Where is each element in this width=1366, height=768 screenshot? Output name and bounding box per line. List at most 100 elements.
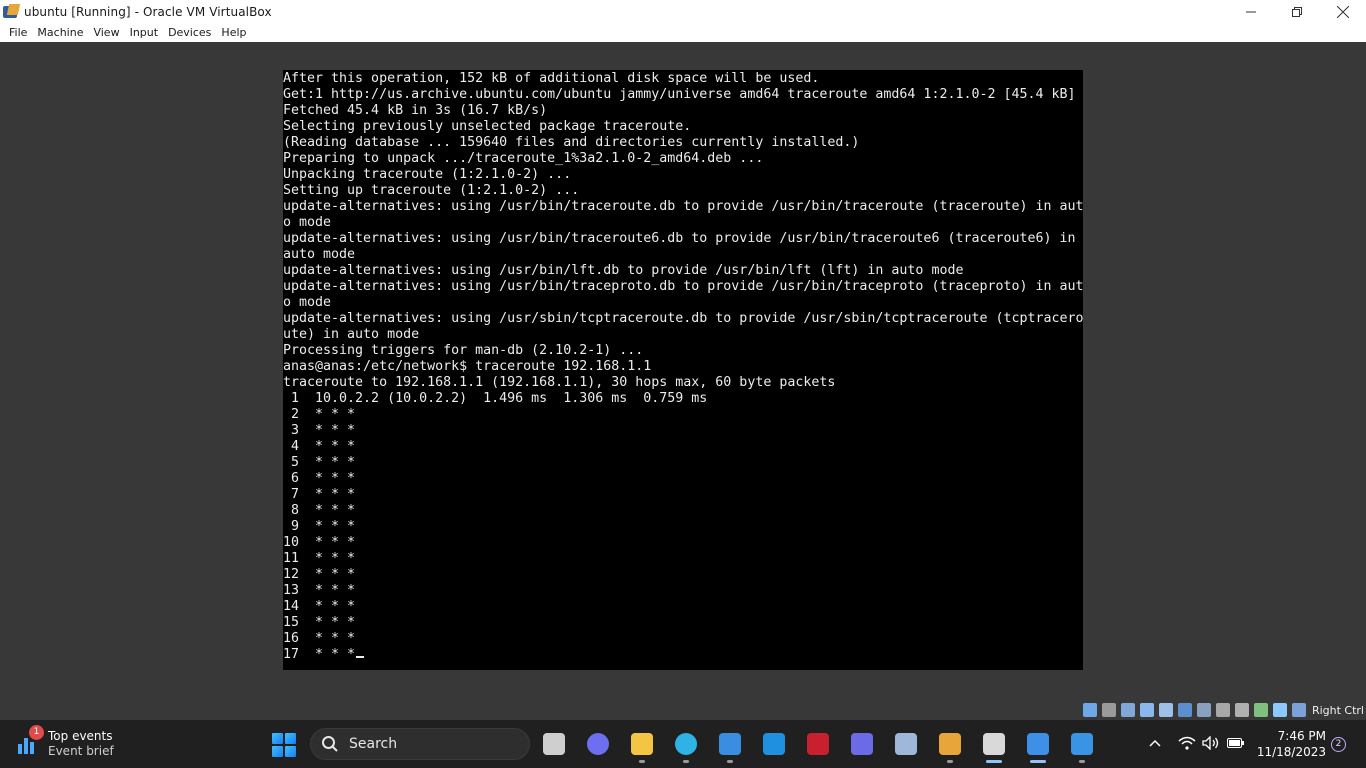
taskbar-app-purple-app[interactable] bbox=[848, 730, 876, 758]
widget-title: Top events bbox=[48, 729, 113, 743]
start-button[interactable] bbox=[272, 733, 296, 757]
terminal-line: (Reading database ... 159640 files and d… bbox=[283, 135, 860, 150]
guest-additions-icon[interactable] bbox=[1253, 703, 1268, 717]
virtualbox-icon bbox=[3, 3, 21, 20]
hard-disk-icon[interactable] bbox=[1082, 703, 1097, 717]
terminal-line: 11 * * * bbox=[283, 551, 356, 566]
running-indicator bbox=[1030, 760, 1046, 763]
snipping-tool-icon bbox=[983, 733, 1005, 755]
terminal-line: 7 * * * bbox=[283, 487, 356, 502]
running-indicator bbox=[683, 760, 689, 763]
taskbar-app-edge[interactable] bbox=[672, 730, 700, 758]
terminal-line: 16 * * * bbox=[283, 631, 356, 646]
taskbar-search[interactable]: Search bbox=[310, 728, 530, 760]
terminal-cursor bbox=[356, 656, 365, 658]
taskbar-app-chat[interactable] bbox=[584, 730, 612, 758]
taskbar-app-virtualbox[interactable] bbox=[936, 730, 964, 758]
terminal-line: update-alternatives: using /usr/bin/trac… bbox=[283, 279, 1083, 294]
terminal-line: Get:1 http://us.archive.ubuntu.com/ubunt… bbox=[283, 87, 1076, 102]
running-indicator bbox=[947, 760, 953, 763]
wifi-icon[interactable] bbox=[1178, 736, 1196, 750]
clock[interactable]: 7:46 PM 11/18/2023 bbox=[1256, 728, 1326, 760]
taskbar-app-l-app[interactable] bbox=[760, 730, 788, 758]
window-title-bar: ubuntu [Running] - Oracle VM VirtualBox bbox=[0, 0, 1366, 23]
terminal-line: 1 10.0.2.2 (10.0.2.2) 1.496 ms 1.306 ms … bbox=[283, 391, 708, 406]
terminal-line: traceroute to 192.168.1.1 (192.168.1.1),… bbox=[283, 375, 836, 390]
host-key-label: Right Ctrl bbox=[1311, 703, 1364, 717]
volume-icon[interactable] bbox=[1202, 736, 1220, 750]
edge-icon bbox=[675, 733, 697, 755]
running-indicator bbox=[986, 760, 1002, 763]
menu-devices[interactable]: Devices bbox=[163, 23, 216, 42]
close-button[interactable] bbox=[1320, 0, 1366, 23]
optical-drive-icon[interactable] bbox=[1101, 703, 1116, 717]
terminal-output[interactable]: After this operation, 152 kB of addition… bbox=[283, 70, 1083, 663]
video-capture-icon[interactable] bbox=[1215, 703, 1230, 717]
notification-count-badge[interactable]: 2 bbox=[1331, 737, 1346, 752]
network-icon[interactable] bbox=[1139, 703, 1154, 717]
terminal-line: 17 * * * bbox=[283, 647, 1083, 663]
display-icon[interactable] bbox=[1196, 703, 1211, 717]
menu-view[interactable]: View bbox=[88, 23, 124, 42]
store-icon bbox=[719, 733, 741, 755]
taskbar-app-photos[interactable] bbox=[1068, 730, 1096, 758]
minimize-icon bbox=[1246, 11, 1256, 12]
search-label: Search bbox=[349, 736, 398, 752]
terminal-line: 9 * * * bbox=[283, 519, 356, 534]
menu-bar: File Machine View Input Devices Help bbox=[0, 23, 1366, 42]
minimize-button[interactable] bbox=[1228, 0, 1274, 23]
terminal-line: 6 * * * bbox=[283, 471, 356, 486]
terminal-line: Fetched 45.4 kB in 3s (16.7 kB/s) bbox=[283, 103, 548, 118]
terminal-line: 4 * * * bbox=[283, 439, 356, 454]
taskbar-app-3d-box-app[interactable] bbox=[892, 730, 920, 758]
terminal-line: Setting up traceroute (1:2.1.0-2) ... bbox=[283, 183, 580, 198]
vm-display[interactable]: After this operation, 152 kB of addition… bbox=[283, 70, 1083, 670]
cpu-icon[interactable] bbox=[1234, 703, 1249, 717]
terminal-line: auto mode bbox=[283, 247, 356, 262]
keyboard-icon[interactable] bbox=[1291, 703, 1306, 717]
purple-app-icon bbox=[851, 733, 873, 755]
clock-time: 7:46 PM bbox=[1277, 729, 1326, 743]
terminal-line: o mode bbox=[283, 295, 332, 310]
menu-machine[interactable]: Machine bbox=[32, 23, 88, 42]
running-indicator bbox=[1079, 760, 1085, 763]
menu-help[interactable]: Help bbox=[216, 23, 251, 42]
clock-date: 11/18/2023 bbox=[1256, 745, 1326, 759]
terminal-line: 14 * * * bbox=[283, 599, 356, 614]
terminal-line: 2 * * * bbox=[283, 407, 356, 422]
chat-icon bbox=[587, 733, 609, 755]
terminal-line: Selecting previously unselected package … bbox=[283, 119, 692, 134]
photos-icon bbox=[1071, 733, 1093, 755]
widget-subtitle: Event brief bbox=[48, 744, 114, 758]
terminal-line: 10 * * * bbox=[283, 535, 356, 550]
terminal-line: anas@anas:/etc/network$ traceroute 192.1… bbox=[283, 359, 652, 374]
taskbar-app-file-explorer[interactable] bbox=[628, 730, 656, 758]
terminal-line: Unpacking traceroute (1:2.1.0-2) ... bbox=[283, 167, 572, 182]
taskbar-app-task-view[interactable] bbox=[540, 730, 568, 758]
terminal-line: Preparing to unpack .../traceroute_1%3a2… bbox=[283, 151, 764, 166]
taskbar-app-tool-app[interactable] bbox=[1024, 730, 1052, 758]
virtualbox-icon bbox=[939, 733, 961, 755]
menu-file[interactable]: File bbox=[4, 23, 32, 42]
widgets-button[interactable]: 1 Top events Event brief bbox=[16, 725, 136, 761]
restore-button[interactable] bbox=[1274, 0, 1320, 23]
task-view-icon bbox=[543, 733, 565, 755]
audio-icon[interactable] bbox=[1120, 703, 1135, 717]
battery-icon[interactable] bbox=[1227, 737, 1245, 749]
mouse-integration-icon[interactable] bbox=[1272, 703, 1287, 717]
running-indicator bbox=[727, 760, 733, 763]
terminal-line: 5 * * * bbox=[283, 455, 356, 470]
taskbar-app-store[interactable] bbox=[716, 730, 744, 758]
vm-status-bar: Right Ctrl bbox=[1082, 700, 1366, 720]
usb-icon[interactable] bbox=[1158, 703, 1173, 717]
menu-input[interactable]: Input bbox=[125, 23, 163, 42]
close-icon bbox=[1337, 5, 1349, 18]
terminal-line: ute) in auto mode bbox=[283, 327, 420, 342]
file-explorer-icon bbox=[631, 733, 653, 755]
taskbar-app-mcafee[interactable] bbox=[804, 730, 832, 758]
terminal-line: update-alternatives: using /usr/bin/trac… bbox=[283, 199, 1083, 214]
show-hidden-icons-chevron-icon[interactable] bbox=[1149, 739, 1161, 747]
taskbar-app-snipping-tool[interactable] bbox=[980, 730, 1008, 758]
shared-folders-icon[interactable] bbox=[1177, 703, 1192, 717]
tool-app-icon bbox=[1027, 733, 1049, 755]
